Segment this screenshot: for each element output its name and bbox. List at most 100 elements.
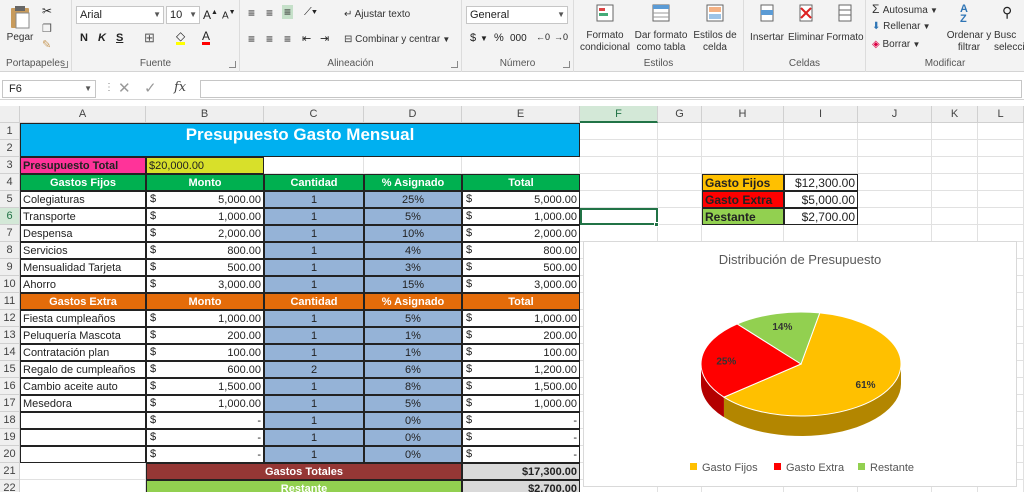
grid-cell[interactable] — [858, 225, 932, 242]
amount-cell[interactable]: 3,000.00 — [146, 276, 264, 293]
autosum-button[interactable]: Σ Autosuma ▼ — [872, 1, 938, 17]
quantity-cell[interactable]: 1 — [264, 208, 364, 225]
grid-cell[interactable] — [784, 123, 858, 140]
amount-cell[interactable]: 800.00 — [146, 242, 264, 259]
grid-cell[interactable] — [978, 123, 1024, 140]
align-bottom-icon[interactable]: ≡ — [282, 5, 294, 19]
fill-handle[interactable] — [654, 222, 659, 227]
borders-icon[interactable]: ⊞ — [144, 30, 155, 46]
cut-icon[interactable]: ✂ — [42, 4, 52, 18]
legend-item[interactable]: Restante — [858, 462, 914, 474]
amount-cell[interactable]: 1,000.00 — [146, 208, 264, 225]
quantity-cell[interactable]: 1 — [264, 242, 364, 259]
row-header-14[interactable]: 14 — [0, 344, 20, 361]
sort-filter-button[interactable]: AZ Ordenar y filtrar — [946, 2, 992, 58]
grid-cell[interactable] — [702, 123, 784, 140]
extra-header-2[interactable]: Cantidad — [264, 293, 364, 310]
total-expenses-label[interactable]: Gastos Totales — [146, 463, 462, 480]
enter-icon[interactable]: ✓ — [144, 79, 157, 97]
total-cell[interactable]: - — [462, 446, 580, 463]
budget-value[interactable]: $20,000.00 — [146, 157, 264, 174]
align-middle-icon[interactable]: ≡ — [266, 6, 273, 20]
format-painter-icon[interactable]: ✎ — [42, 38, 51, 51]
decrease-decimal-icon[interactable]: →0 — [554, 32, 568, 42]
grid-cell[interactable] — [20, 480, 146, 492]
total-expenses-value[interactable]: $17,300.00 — [462, 463, 580, 480]
pie-chart[interactable]: Distribución de Presupuesto 61% 25% 14% Gast… — [583, 241, 1017, 487]
budget-label[interactable]: Presupuesto Total — [20, 157, 146, 174]
summary-value[interactable]: $5,000.00 — [784, 191, 858, 208]
align-right-icon[interactable]: ≡ — [284, 32, 291, 46]
row-header-1[interactable]: 1 — [0, 123, 20, 140]
align-top-icon[interactable]: ≡ — [248, 6, 255, 20]
amount-cell[interactable]: 1,000.00 — [146, 310, 264, 327]
extra-header-4[interactable]: Total — [462, 293, 580, 310]
percent-cell[interactable]: 8% — [364, 378, 462, 395]
delete-button[interactable]: Eliminar — [786, 2, 826, 58]
decrease-indent-icon[interactable]: ⇤ — [302, 32, 311, 45]
number-format-select[interactable]: General ▼ — [466, 6, 568, 24]
amount-cell[interactable]: 200.00 — [146, 327, 264, 344]
column-header-k[interactable]: K — [932, 106, 978, 123]
amount-cell[interactable]: 100.00 — [146, 344, 264, 361]
expense-name[interactable] — [20, 446, 146, 463]
orientation-icon[interactable]: ⟋▾ — [304, 6, 317, 19]
expense-name[interactable]: Ahorro — [20, 276, 146, 293]
grid-cell[interactable] — [658, 157, 702, 174]
row-header-20[interactable]: 20 — [0, 446, 20, 463]
grid-cell[interactable] — [658, 225, 702, 242]
percent-button[interactable]: % — [494, 32, 504, 44]
grid-cell[interactable] — [20, 463, 146, 480]
fixed-header-1[interactable]: Monto — [146, 174, 264, 191]
grid-cell[interactable] — [858, 191, 932, 208]
quantity-cell[interactable]: 1 — [264, 327, 364, 344]
column-header-d[interactable]: D — [364, 106, 462, 123]
amount-cell[interactable]: 1,000.00 — [146, 395, 264, 412]
grid-cell[interactable] — [932, 225, 978, 242]
expense-name[interactable]: Transporte — [20, 208, 146, 225]
expense-name[interactable]: Cambio aceite auto — [20, 378, 146, 395]
cell-styles-button[interactable]: Estilos de celda — [690, 2, 740, 58]
quantity-cell[interactable]: 1 — [264, 412, 364, 429]
clear-button[interactable]: ◈ Borrar ▼ — [872, 37, 920, 53]
number-launcher-icon[interactable] — [563, 61, 570, 68]
legend-item[interactable]: Gasto Extra — [774, 462, 844, 474]
grow-font-icon[interactable]: A▲ — [203, 8, 218, 22]
grid-cell[interactable] — [658, 140, 702, 157]
grid-cell[interactable] — [932, 157, 978, 174]
quantity-cell[interactable]: 1 — [264, 395, 364, 412]
expense-name[interactable]: Regalo de cumpleaños — [20, 361, 146, 378]
column-header-l[interactable]: L — [978, 106, 1024, 123]
column-header-c[interactable]: C — [264, 106, 364, 123]
font-name-select[interactable]: Arial ▼ — [76, 6, 164, 24]
total-cell[interactable]: 500.00 — [462, 259, 580, 276]
grid-cell[interactable] — [978, 157, 1024, 174]
row-header-6[interactable]: 6 — [0, 208, 20, 225]
row-header-12[interactable]: 12 — [0, 310, 20, 327]
summary-value[interactable]: $2,700.00 — [784, 208, 858, 225]
grid-cell[interactable] — [932, 208, 978, 225]
quantity-cell[interactable]: 1 — [264, 276, 364, 293]
percent-cell[interactable]: 10% — [364, 225, 462, 242]
amount-cell[interactable]: 5,000.00 — [146, 191, 264, 208]
currency-dropdown-icon[interactable]: ▼ — [480, 34, 488, 43]
shrink-font-icon[interactable]: A▼ — [222, 9, 236, 21]
fill-button[interactable]: ⬇ Rellenar ▼ — [872, 19, 931, 35]
find-select-button[interactable]: ⚲ Busc selecci — [994, 2, 1024, 58]
fill-color-icon[interactable]: ◇ — [176, 30, 186, 45]
grid-cell[interactable] — [462, 157, 580, 174]
sheet-title[interactable]: Presupuesto Gasto Mensual — [20, 123, 580, 157]
row-header-4[interactable]: 4 — [0, 174, 20, 191]
summary-label[interactable]: Gasto Fijos — [702, 174, 784, 191]
clipboard-launcher-icon[interactable] — [61, 61, 68, 68]
row-header-19[interactable]: 19 — [0, 429, 20, 446]
grid-cell[interactable] — [702, 157, 784, 174]
increase-decimal-icon[interactable]: ←0 — [536, 32, 550, 42]
expense-name[interactable]: Mesedora — [20, 395, 146, 412]
row-header-3[interactable]: 3 — [0, 157, 20, 174]
quantity-cell[interactable]: 1 — [264, 191, 364, 208]
amount-cell[interactable]: 600.00 — [146, 361, 264, 378]
grid-cell[interactable] — [978, 191, 1024, 208]
quantity-cell[interactable]: 1 — [264, 378, 364, 395]
total-cell[interactable]: 5,000.00 — [462, 191, 580, 208]
